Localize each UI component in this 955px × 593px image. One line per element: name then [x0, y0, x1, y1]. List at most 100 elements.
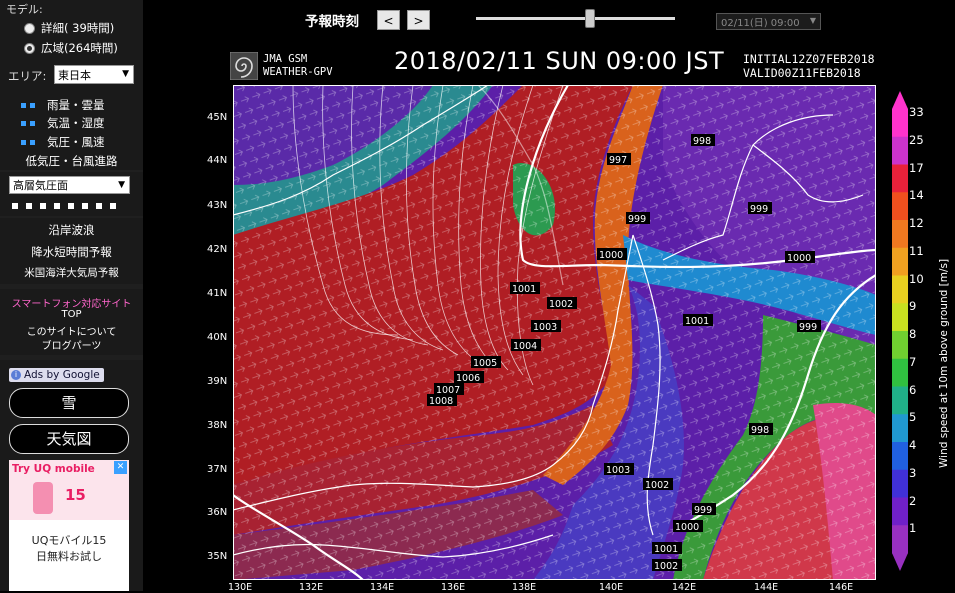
lat-label: 40N [207, 332, 228, 343]
radio-icon[interactable] [24, 22, 35, 34]
ads-by-google[interactable]: i Ads by Google [9, 368, 104, 382]
colorbar-segment [892, 220, 908, 249]
isobar-label: 1008 [427, 394, 457, 407]
lon-label: 132E [299, 582, 324, 593]
colorbar-tick-label: 33 [909, 105, 924, 119]
ad-link-snow[interactable]: 雪 [9, 388, 129, 418]
colorbar-segment [892, 247, 908, 276]
menu-pressure-wind[interactable]: 気圧・風速 [21, 134, 105, 150]
menu-temp-humidity[interactable]: 気温・湿度 [21, 115, 105, 131]
colorbar-tick-label: 1 [909, 521, 917, 536]
lat-label: 36N [207, 507, 228, 518]
svg-text:1008: 1008 [429, 396, 453, 407]
about-link[interactable]: このサイトについて [0, 323, 143, 338]
lat-label: 37N [207, 464, 228, 475]
model-option-detailed[interactable]: 詳細( 39時間) [24, 20, 114, 36]
lat-label: 38N [207, 420, 228, 431]
prev-button[interactable]: < [377, 10, 400, 30]
isobar-label: 999 [797, 320, 821, 333]
level-dot-icon[interactable] [82, 203, 88, 209]
weather-map[interactable]: 997 998 999 999 1000 1000 1001 1002 1003… [233, 85, 876, 580]
isobar-label: 1000 [673, 520, 703, 533]
isobar-label: 1000 [785, 251, 815, 264]
isobar-label: 999 [692, 503, 716, 516]
logo-line2: WEATHER-GPV [263, 66, 333, 78]
radio-selected-icon[interactable] [24, 42, 35, 54]
sidebar: モデル: 詳細( 39時間) 広域(264時間) エリア: 東日本 ▼ 雨量・雲… [0, 0, 143, 591]
colorbar-segment [892, 469, 908, 498]
triangle-down-icon: ▼ [118, 180, 125, 190]
top-link[interactable]: TOP [0, 309, 143, 320]
colorbar-tick-label: 12 [909, 216, 924, 230]
smartphone-link[interactable]: スマートフォン対応サイト [0, 295, 143, 310]
level-dot-icon[interactable] [12, 203, 18, 209]
isobar-label: 1001 [652, 542, 682, 555]
blue-square-icon [21, 120, 26, 126]
next-button[interactable]: > [407, 10, 430, 30]
short-rain-link[interactable]: 降水短時間予報 [0, 244, 143, 260]
level-dot-icon[interactable] [26, 203, 32, 209]
colorbar-tick-label: 10 [909, 271, 924, 286]
blog-parts-link[interactable]: ブログパーツ [0, 337, 143, 352]
ad-subtitle: 日無料お試し [36, 550, 102, 563]
colorbar-tick-label: 6 [909, 382, 917, 397]
svg-text:1000: 1000 [675, 522, 699, 533]
level-dot-icon[interactable] [110, 203, 116, 209]
area-select-value: 東日本 [58, 68, 91, 82]
lon-label: 146E [829, 582, 854, 593]
colorbar-tick-label: 11 [909, 243, 924, 258]
colorbar-segment [892, 525, 908, 554]
typhoon-link[interactable]: 低気圧・台風進路 [0, 153, 143, 169]
model-option-wide[interactable]: 広域(264時間) [24, 40, 118, 56]
isobar-label: 1003 [604, 463, 634, 476]
close-icon[interactable]: ✕ [114, 461, 127, 474]
menu-rain-cloud[interactable]: 雨量・雲量 [21, 97, 105, 113]
colorbar-segment [892, 331, 908, 360]
colorbar-segment [892, 358, 908, 387]
lon-label: 142E [672, 582, 697, 593]
triangle-down-icon: ▼ [809, 16, 816, 25]
noaa-link[interactable]: 米国海洋大気局予報 [0, 265, 143, 280]
ad-brand: Try UQ mobile [12, 463, 95, 475]
colorbar-segment [892, 442, 908, 471]
svg-text:1006: 1006 [456, 373, 480, 384]
level-dot-icon[interactable] [68, 203, 74, 209]
level-dot-icon[interactable] [54, 203, 60, 209]
colorbar-tick-label: 7 [909, 354, 917, 369]
lat-label: 43N [207, 200, 228, 211]
lat-label: 42N [207, 244, 228, 255]
menu-item-label: 気圧・風速 [47, 135, 105, 149]
svg-text:1005: 1005 [473, 358, 497, 369]
upper-level-value: 高層気圧面 [13, 179, 68, 192]
level-dot-icon[interactable] [96, 203, 102, 209]
svg-text:1003: 1003 [533, 322, 557, 333]
ad-banner[interactable]: Try UQ mobile ✕ 15 UQモバイル15 日無料お試し [9, 460, 129, 591]
lon-label: 138E [512, 582, 537, 593]
model-option-label: 広域(264時間) [41, 41, 118, 55]
colorbar-bottom-arrow [892, 553, 908, 571]
time-select[interactable]: 02/11(日) 09:00 ▼ [716, 13, 821, 30]
ad-days: 15 [65, 486, 86, 504]
level-dot-icon[interactable] [40, 203, 46, 209]
ad-link-weather-map[interactable]: 天気図 [9, 424, 129, 454]
time-select-value: 02/11(日) 09:00 [721, 18, 800, 29]
level-dots [12, 203, 116, 209]
isobar-label: 1002 [643, 478, 673, 491]
ad-title: UQモバイル15 [31, 534, 107, 547]
coastal-wave-link[interactable]: 沿岸波浪 [0, 222, 143, 238]
isobar-label: 998 [691, 134, 715, 147]
colorbar-segment [892, 414, 908, 443]
colorbar-segment [892, 497, 908, 526]
lat-label: 41N [207, 288, 228, 299]
isobar-label: 998 [749, 423, 773, 436]
logo-line1: JMA GSM [263, 53, 308, 65]
upper-level-select[interactable]: 高層気圧面 ▼ [9, 176, 130, 194]
area-select[interactable]: 東日本 ▼ [54, 65, 134, 84]
colorbar-tick-label: 8 [909, 327, 917, 341]
jma-logo-icon [230, 52, 258, 80]
colorbar-tick-label: 9 [909, 299, 917, 314]
lon-label: 130E [228, 582, 253, 593]
time-slider-thumb[interactable] [585, 9, 595, 28]
time-slider-track[interactable] [476, 17, 675, 20]
blue-square-icon [21, 102, 26, 108]
